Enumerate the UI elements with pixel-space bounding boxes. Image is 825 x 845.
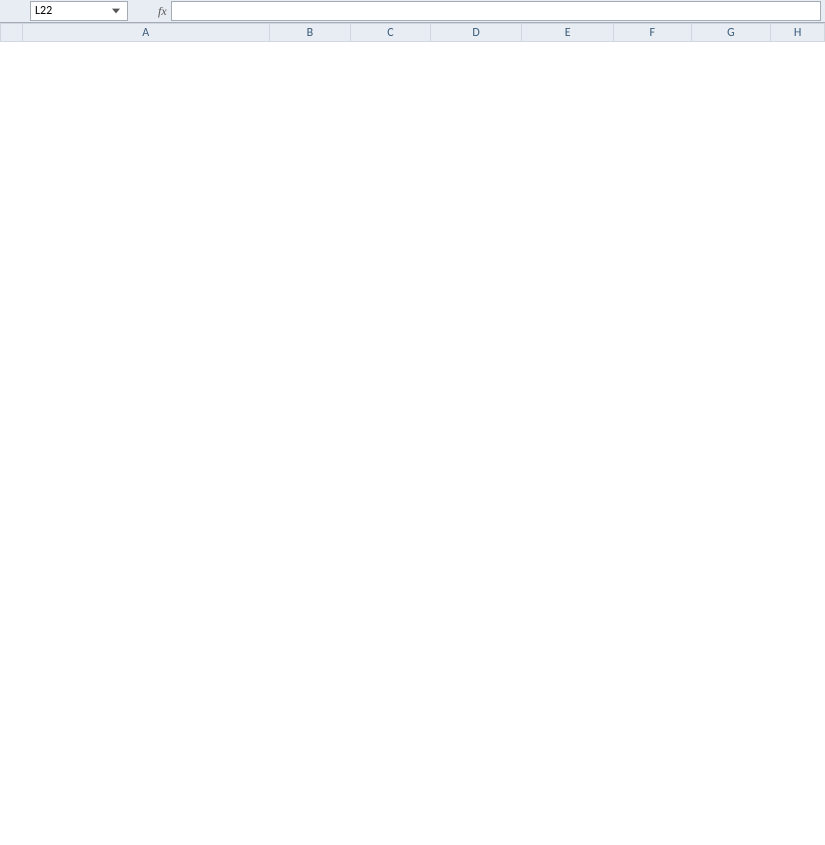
select-all[interactable] bbox=[1, 24, 23, 42]
col-header[interactable]: G bbox=[691, 24, 771, 42]
col-header-row: A B C D E F G H bbox=[1, 24, 825, 42]
name-box-dropdown-icon[interactable] bbox=[109, 4, 123, 18]
col-header[interactable]: B bbox=[269, 24, 351, 42]
spreadsheet-grid[interactable]: A B C D E F G H bbox=[0, 23, 825, 42]
name-box-value: L22 bbox=[35, 4, 109, 18]
col-header[interactable]: A bbox=[22, 24, 269, 42]
col-header[interactable]: D bbox=[430, 24, 522, 42]
cancel-button bbox=[132, 2, 154, 20]
col-header[interactable]: H bbox=[771, 24, 825, 42]
fx-icon[interactable]: fx bbox=[158, 4, 167, 19]
formula-bar-row: L22 fx bbox=[0, 0, 825, 23]
col-header[interactable]: C bbox=[351, 24, 431, 42]
col-header[interactable]: E bbox=[522, 24, 614, 42]
col-header[interactable]: F bbox=[613, 24, 691, 42]
formula-input[interactable] bbox=[171, 1, 821, 21]
formula-controls: fx bbox=[132, 2, 171, 20]
name-box[interactable]: L22 bbox=[30, 1, 128, 21]
